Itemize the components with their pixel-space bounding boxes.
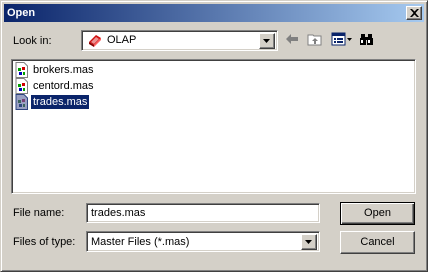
look-in-label: Look in:: [13, 35, 52, 47]
file-type-label: Files of type:: [13, 236, 76, 248]
back-button[interactable]: [284, 31, 302, 49]
file-name-input[interactable]: trades.mas: [86, 203, 320, 223]
back-arrow-icon: [286, 34, 298, 44]
open-dialog: Open Look in: OLAP brokers.mas centord.m…: [0, 0, 428, 272]
up-one-level-button[interactable]: [306, 31, 324, 49]
file-name-value: trades.mas: [91, 207, 146, 219]
cancel-button-label: Cancel: [360, 236, 395, 248]
file-type-value: Master Files (*.mas): [91, 236, 190, 248]
file-name-label: brokers.mas: [33, 64, 94, 76]
tools-button[interactable]: [358, 31, 376, 49]
view-menu-icon: [331, 32, 352, 46]
file-type-dropdown[interactable]: Master Files (*.mas): [86, 231, 320, 252]
binoculars-icon: [360, 34, 373, 45]
up-one-level-icon: [307, 34, 322, 46]
look-in-value: OLAP: [107, 34, 137, 46]
file-list[interactable]: brokers.mas centord.mas trades.mas: [11, 59, 416, 194]
dialog-title: Open: [7, 7, 36, 19]
cancel-button[interactable]: Cancel: [340, 231, 415, 254]
file-name-label: trades.mas: [31, 95, 90, 109]
mas-file-icon: [15, 94, 28, 110]
look-in-dropdown[interactable]: OLAP: [81, 30, 278, 51]
olap-folder-icon: [89, 35, 101, 47]
open-button-label: Open: [364, 207, 391, 219]
file-name-label: centord.mas: [33, 80, 94, 92]
chevron-down-icon: [305, 240, 312, 244]
close-icon: [410, 9, 419, 17]
mas-file-icon: [15, 62, 28, 78]
view-menu-button[interactable]: [330, 31, 354, 49]
look-in-dropdown-button[interactable]: [259, 33, 275, 49]
title-bar[interactable]: Open: [4, 4, 424, 22]
close-button[interactable]: [406, 6, 422, 20]
open-button[interactable]: Open: [340, 202, 415, 225]
file-name-label: File name:: [13, 207, 65, 219]
file-type-dropdown-button[interactable]: [301, 234, 317, 250]
mas-file-icon: [15, 78, 28, 94]
chevron-down-icon: [263, 39, 270, 43]
